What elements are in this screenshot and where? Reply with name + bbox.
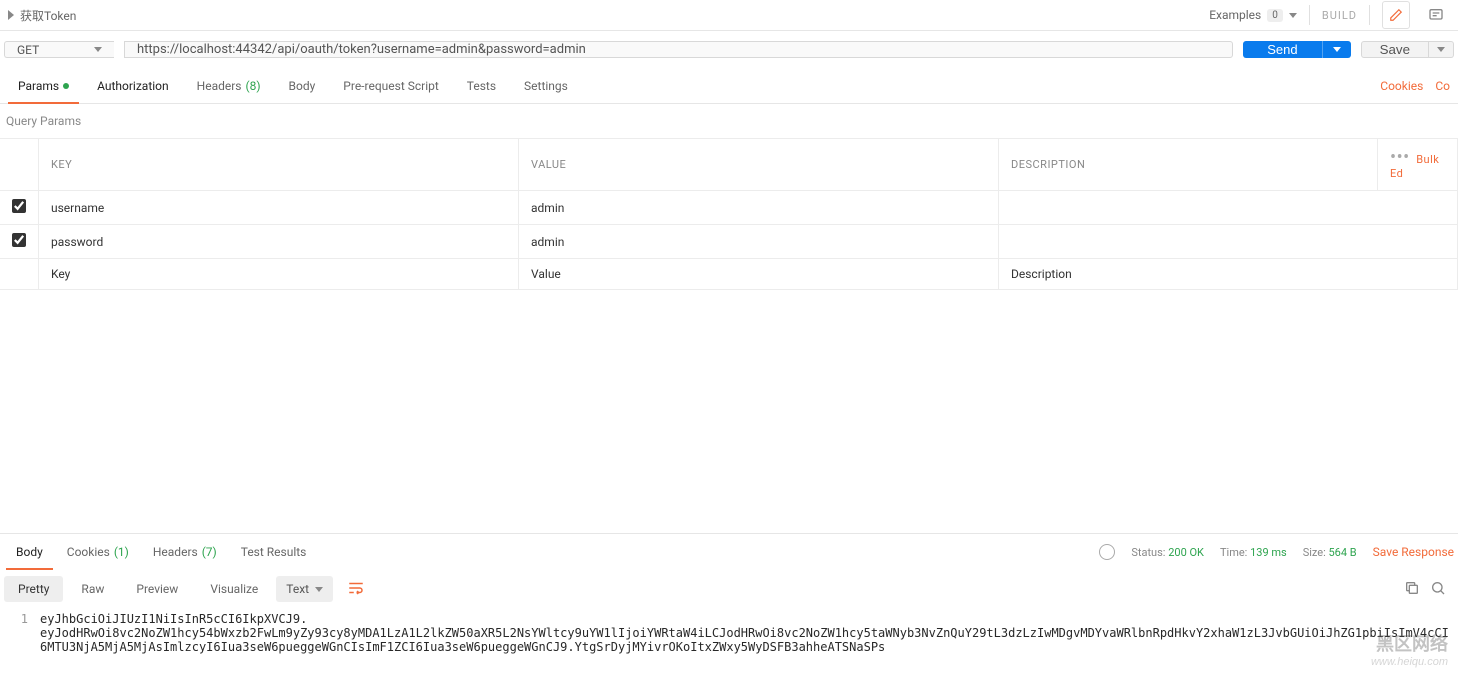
save-response-link[interactable]: Save Response [1373, 545, 1454, 559]
response-toolbar: Pretty Raw Preview Visualize Text [0, 570, 1458, 608]
response-text: eyJhbGciOiJIUzI1NiIsInR5cCI6IkpXVCJ9.eyJ… [40, 612, 1458, 654]
format-select[interactable]: Text [276, 576, 333, 602]
response-tabs: Body Cookies(1) Headers(7) Test Results … [0, 534, 1458, 570]
resp-tab-tests[interactable]: Test Results [229, 534, 319, 570]
title-bar: 获取Token Examples 0 BUILD [0, 0, 1458, 31]
size-meta: Size: 564 B [1303, 546, 1357, 559]
resp-tab-headers[interactable]: Headers(7) [141, 534, 229, 570]
tab-headers[interactable]: Headers(8) [183, 68, 275, 103]
query-params-label: Query Params [0, 104, 1458, 138]
param-value[interactable]: admin [519, 191, 999, 225]
chevron-down-icon [1333, 47, 1341, 52]
col-key: KEY [39, 139, 519, 191]
chevron-down-icon [94, 47, 102, 52]
tab-name: 获取Token [20, 7, 76, 24]
tab-body[interactable]: Body [275, 68, 330, 103]
url-input[interactable]: https://localhost:44342/api/oauth/token?… [124, 41, 1233, 58]
param-value-input[interactable]: Value [519, 259, 999, 290]
view-preview[interactable]: Preview [122, 576, 192, 602]
send-dropdown[interactable] [1322, 41, 1351, 58]
tab-prerequest[interactable]: Pre-request Script [329, 68, 452, 103]
status-meta: Status: 200 OK [1131, 546, 1204, 559]
chevron-down-icon [1289, 13, 1297, 18]
resp-tab-cookies[interactable]: Cookies(1) [55, 534, 141, 570]
response-panel: Body Cookies(1) Headers(7) Test Results … [0, 533, 1458, 678]
param-value[interactable]: admin [519, 225, 999, 259]
table-row: username admin [0, 191, 1458, 225]
resp-tab-body[interactable]: Body [4, 534, 55, 570]
save-dropdown[interactable] [1429, 41, 1454, 58]
row-checkbox[interactable] [12, 199, 26, 213]
comment-icon[interactable] [1422, 1, 1450, 29]
param-desc[interactable] [999, 191, 1458, 225]
edit-icon[interactable] [1382, 1, 1410, 29]
cookies-link[interactable]: Cookies [1380, 79, 1423, 93]
copy-icon[interactable] [1404, 580, 1420, 599]
table-row: password admin [0, 225, 1458, 259]
request-tab-title[interactable]: 获取Token [8, 7, 76, 24]
examples-count: 0 [1267, 9, 1283, 22]
param-key[interactable]: password [39, 225, 519, 259]
view-pretty[interactable]: Pretty [4, 576, 63, 602]
tab-settings[interactable]: Settings [510, 68, 582, 103]
chevron-down-icon [1437, 47, 1445, 52]
chevron-down-icon [315, 587, 323, 592]
tab-tests[interactable]: Tests [453, 68, 510, 103]
param-desc-input[interactable]: Description [999, 259, 1458, 290]
line-number: 1 [0, 612, 40, 654]
query-params-table: KEY VALUE DESCRIPTION ••• Bulk Ed userna… [0, 138, 1458, 290]
tab-authorization[interactable]: Authorization [83, 68, 183, 103]
request-tabs: Params Authorization Headers(8) Body Pre… [0, 68, 1458, 104]
row-checkbox[interactable] [12, 233, 26, 247]
param-key[interactable]: username [39, 191, 519, 225]
method-select[interactable]: GET [4, 41, 114, 58]
code-link[interactable]: Co [1435, 79, 1450, 93]
examples-dropdown[interactable]: Examples 0 [1209, 8, 1297, 22]
search-icon[interactable] [1430, 580, 1446, 599]
param-key-input[interactable]: Key [39, 259, 519, 290]
tab-params[interactable]: Params [4, 68, 83, 103]
build-label[interactable]: BUILD [1322, 9, 1357, 22]
send-button[interactable]: Send [1243, 41, 1321, 58]
col-value: VALUE [519, 139, 999, 191]
modified-dot-icon [63, 83, 69, 89]
view-visualize[interactable]: Visualize [196, 576, 272, 602]
collapse-icon [8, 10, 14, 20]
wrap-icon[interactable] [337, 573, 375, 606]
globe-icon[interactable] [1099, 544, 1115, 560]
request-row: GET https://localhost:44342/api/oauth/to… [4, 31, 1454, 68]
table-row-new: Key Value Description [0, 259, 1458, 290]
response-body[interactable]: 1 eyJhbGciOiJIUzI1NiIsInR5cCI6IkpXVCJ9.e… [0, 608, 1458, 678]
col-desc: DESCRIPTION [999, 139, 1378, 191]
time-meta: Time: 139 ms [1220, 546, 1287, 559]
param-desc[interactable] [999, 225, 1458, 259]
view-raw[interactable]: Raw [67, 576, 118, 602]
more-icon[interactable]: ••• [1390, 147, 1410, 168]
save-button[interactable]: Save [1361, 41, 1429, 58]
